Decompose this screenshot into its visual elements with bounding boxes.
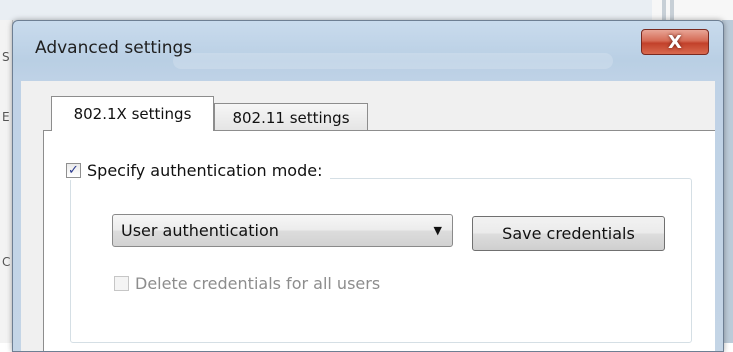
delete-credentials-checkbox[interactable] (114, 276, 129, 291)
dialog-client-area: 802.1X settings 802.11 settings ✓ Specif… (21, 81, 715, 351)
auth-mode-dropdown-value: User authentication (121, 221, 279, 240)
chevron-down-icon: ▼ (433, 224, 442, 237)
close-icon: X (668, 31, 682, 53)
background-window-corner (652, 0, 733, 20)
auth-mode-dropdown[interactable]: User authentication ▼ (112, 214, 453, 247)
delete-credentials-option: Delete credentials for all users (114, 274, 380, 293)
auth-mode-groupbox (70, 178, 692, 343)
checkmark-icon: ✓ (68, 163, 79, 178)
tab-label: 802.1X settings (73, 105, 192, 123)
tab-80211-settings[interactable]: 802.11 settings (214, 103, 368, 131)
close-button[interactable]: X (641, 29, 709, 55)
tab-label: 802.11 settings (232, 108, 350, 127)
specify-auth-mode-label[interactable]: Specify authentication mode: (87, 161, 322, 180)
auth-mode-legend: ✓ Specify authentication mode: (62, 161, 331, 180)
save-credentials-label: Save credentials (502, 224, 635, 243)
background-fragment: E (2, 110, 10, 124)
background-fragment (670, 0, 674, 20)
delete-credentials-label: Delete credentials for all users (135, 274, 381, 293)
advanced-settings-dialog: Advanced settings X 802.1X settings 802.… (12, 20, 724, 352)
titlebar-glass (173, 53, 613, 69)
background-fragment: S (2, 50, 10, 64)
save-credentials-button[interactable]: Save credentials (472, 216, 665, 251)
tab-8021x-settings[interactable]: 802.1X settings (51, 96, 214, 131)
background-fragment: C (2, 255, 11, 269)
background-fragment (662, 0, 666, 20)
dialog-title: Advanced settings (35, 38, 193, 58)
specify-auth-mode-checkbox[interactable]: ✓ (66, 163, 81, 178)
tab-panel-8021x: ✓ Specify authentication mode: User auth… (43, 130, 715, 351)
